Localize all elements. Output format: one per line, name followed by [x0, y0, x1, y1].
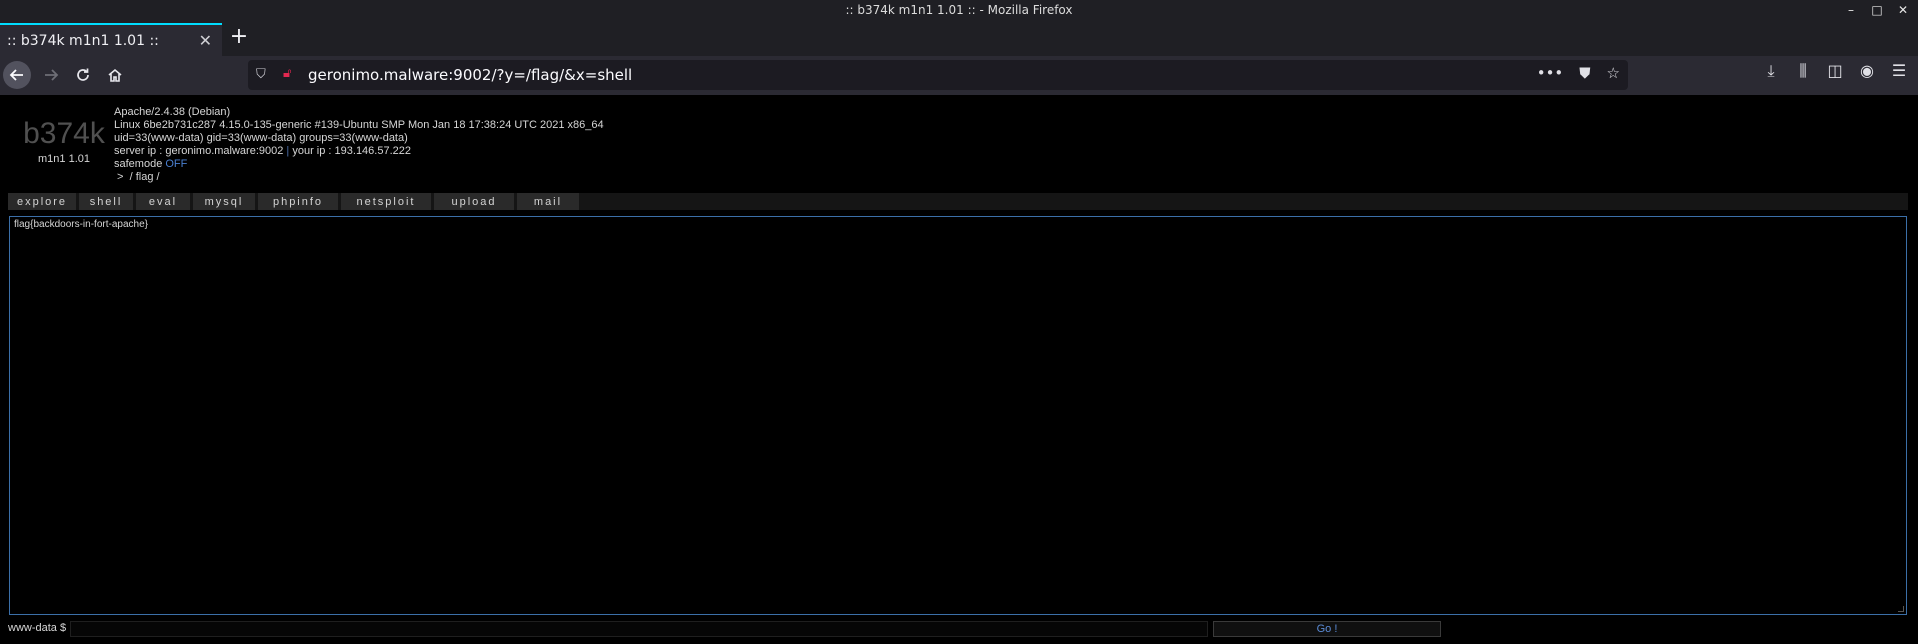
shell-logo: b374k m1n1 1.01	[14, 119, 114, 166]
browser-tab[interactable]: :: b374k m1n1 1.01 :: ✕	[0, 23, 222, 56]
navigation-toolbar: ⛉ 🔓︎ geronimo.malware:9002/?y=/flag/&x=s…	[0, 56, 1918, 95]
menu-mysql[interactable]: mysql	[193, 193, 255, 210]
current-path[interactable]: > / flag /	[114, 171, 604, 184]
server-info: Apache/2.4.38 (Debian) Linux 6be2b731c28…	[114, 106, 604, 184]
forward-button[interactable]	[37, 61, 65, 89]
window-controls: – □ ✕	[1844, 0, 1910, 19]
account-icon[interactable]: ◉	[1858, 61, 1876, 89]
shield-icon[interactable]: ⛉	[256, 67, 266, 82]
sidebar-icon[interactable]: ◫	[1826, 61, 1844, 89]
back-button[interactable]	[3, 61, 31, 89]
ip-info: server ip : geronimo.malware:9002 | your…	[114, 145, 604, 158]
menu-phpinfo[interactable]: phpinfo	[258, 193, 338, 210]
ip-separator: |	[286, 145, 290, 157]
logo-version: m1n1 1.01	[38, 153, 90, 165]
home-icon	[108, 68, 122, 82]
back-arrow-icon	[9, 69, 23, 81]
safemode-info: safemode OFF	[114, 158, 604, 171]
reload-button[interactable]	[69, 61, 97, 89]
safemode-label: safemode	[114, 158, 163, 170]
uid-info: uid=33(www-data) gid=33(www-data) groups…	[114, 132, 408, 144]
download-icon[interactable]: ⤓	[1762, 61, 1780, 89]
shell-prompt: www-data $	[8, 622, 67, 634]
window-titlebar: :: b374k m1n1 1.01 :: - Mozilla Firefox …	[0, 0, 1918, 19]
maximize-icon[interactable]: □	[1870, 3, 1884, 17]
tab-title: :: b374k m1n1 1.01 ::	[7, 32, 159, 49]
menu-explore[interactable]: explore	[8, 193, 76, 210]
menu-eval[interactable]: eval	[136, 193, 190, 210]
toolbar-right-icons: ⤓ ⫼ ◫ ◉ ☰	[1762, 61, 1918, 89]
uname: Linux 6be2b731c287 4.15.0-135-generic #1…	[114, 119, 604, 131]
menu-upload[interactable]: upload	[434, 193, 514, 210]
shell-menu: explore shell eval mysql phpinfo netsplo…	[8, 193, 1908, 210]
tab-strip: :: b374k m1n1 1.01 :: ✕ +	[0, 19, 1918, 56]
command-input[interactable]	[70, 621, 1208, 637]
your-ip: your ip : 193.146.57.222	[292, 145, 411, 157]
resize-grip[interactable]	[1898, 606, 1904, 612]
address-bar[interactable]: ⛉ 🔓︎ geronimo.malware:9002/?y=/flag/&x=s…	[248, 60, 1628, 90]
home-button[interactable]	[101, 61, 129, 89]
menu-icon[interactable]: ☰	[1890, 61, 1908, 89]
close-icon[interactable]: ✕	[1896, 3, 1910, 17]
menu-mail[interactable]: mail	[517, 193, 579, 210]
menu-netsploit[interactable]: netsploit	[341, 193, 431, 210]
insecure-lock-icon[interactable]: 🔓︎	[283, 66, 291, 81]
bookmark-star-icon[interactable]: ☆	[1607, 64, 1620, 82]
minimize-icon[interactable]: –	[1844, 3, 1858, 17]
shell-output[interactable]: flag{backdoors-in-fort-apache}	[9, 216, 1907, 615]
new-tab-button[interactable]: +	[228, 26, 250, 49]
address-bar-actions: ••• ⛊ ☆	[1537, 64, 1620, 82]
tab-close-icon[interactable]: ✕	[199, 31, 212, 50]
forward-arrow-icon	[45, 69, 59, 81]
server-ip: server ip : geronimo.malware:9002	[114, 145, 284, 157]
menu-shell[interactable]: shell	[79, 193, 133, 210]
library-icon[interactable]: ⫼	[1794, 61, 1812, 89]
window-title: :: b374k m1n1 1.01 :: - Mozilla Firefox	[845, 2, 1073, 17]
server-software: Apache/2.4.38 (Debian)	[114, 106, 231, 118]
pocket-icon[interactable]: ⛊	[1579, 64, 1590, 82]
output-text: flag{backdoors-in-fort-apache}	[14, 219, 148, 230]
reload-icon	[77, 68, 89, 81]
safemode-value: OFF	[165, 158, 188, 170]
more-icon[interactable]: •••	[1537, 64, 1564, 82]
logo-title[interactable]: b374k	[14, 119, 114, 149]
page-content: b374k m1n1 1.01 Apache/2.4.38 (Debian) L…	[0, 95, 1918, 644]
go-button[interactable]: Go !	[1213, 621, 1441, 637]
url-text[interactable]: geronimo.malware:9002/?y=/flag/&x=shell	[308, 66, 632, 84]
command-row: www-data $ Go !	[0, 620, 1918, 638]
